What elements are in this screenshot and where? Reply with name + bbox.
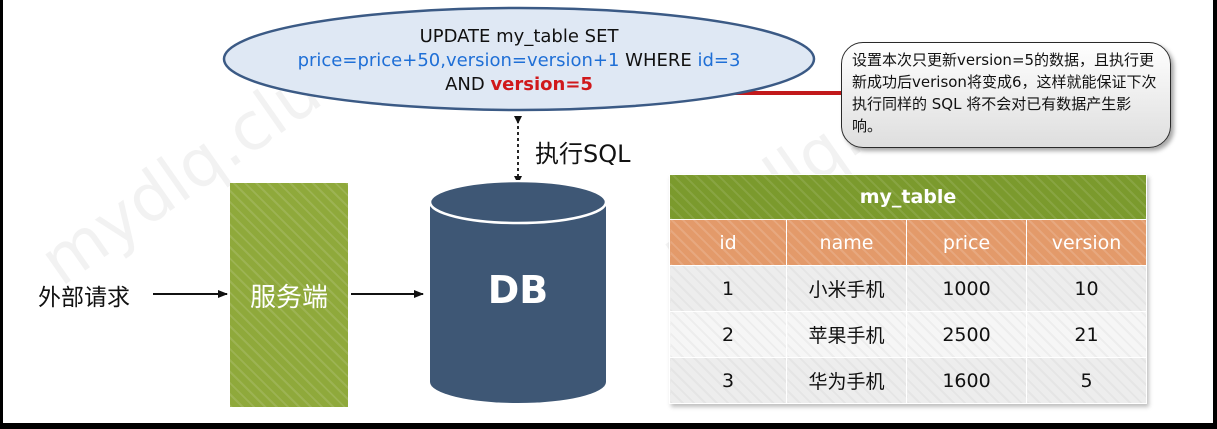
sql-version-condition: version=5 — [490, 74, 593, 95]
cell-version: 5 — [1025, 357, 1148, 404]
cell-version: 10 — [1025, 265, 1148, 312]
external-request-label: 外部请求 — [38, 285, 130, 311]
sql-set-clause: price=price+50,version=version+1 — [297, 50, 620, 71]
table-row: 1 小米手机 1000 10 — [669, 265, 1148, 312]
table-row: 2 苹果手机 2500 21 — [669, 311, 1148, 358]
explanation-note: 设置本次只更新version=5的数据，且执行更新成功后verison将变成6，… — [841, 42, 1171, 148]
diagram-canvas: mydlq.club mydlq.club UPDATE my_table SE… — [3, 0, 1213, 423]
cell-name: 苹果手机 — [786, 311, 907, 358]
table-row: 3 华为手机 1600 5 — [669, 357, 1148, 404]
sql-line-1: UPDATE my_table SET — [419, 26, 619, 47]
cell-id: 1 — [669, 265, 787, 312]
column-header-version: version — [1025, 219, 1148, 266]
service-box: 服务端 — [230, 183, 348, 407]
cell-price: 2500 — [906, 311, 1027, 358]
sql-id-condition: id=3 — [697, 50, 741, 71]
cell-id: 2 — [669, 311, 787, 358]
cell-version: 21 — [1025, 311, 1148, 358]
column-header-name: name — [786, 219, 907, 266]
cell-name: 小米手机 — [786, 265, 907, 312]
cell-price: 1600 — [906, 357, 1027, 404]
table-title: my_table — [668, 174, 1148, 220]
cell-id: 3 — [669, 357, 787, 404]
sql-line-2: price=price+50,version=version+1 WHERE i… — [221, 49, 817, 73]
my-table: my_table id name price version 1 小米手机 10… — [668, 174, 1148, 404]
service-label: 服务端 — [249, 282, 328, 313]
sql-line-3: AND version=5 — [221, 73, 817, 97]
column-header-price: price — [906, 219, 1027, 266]
cell-name: 华为手机 — [786, 357, 907, 404]
cell-price: 1000 — [906, 265, 1027, 312]
db-label: DB — [487, 268, 549, 312]
sql-and-keyword: AND — [445, 74, 491, 95]
sql-statement-text: UPDATE my_table SET price=price+50,versi… — [221, 25, 817, 97]
execute-sql-label: 执行SQL — [535, 140, 631, 168]
sql-where-keyword: WHERE — [619, 50, 698, 71]
column-header-id: id — [669, 219, 787, 266]
